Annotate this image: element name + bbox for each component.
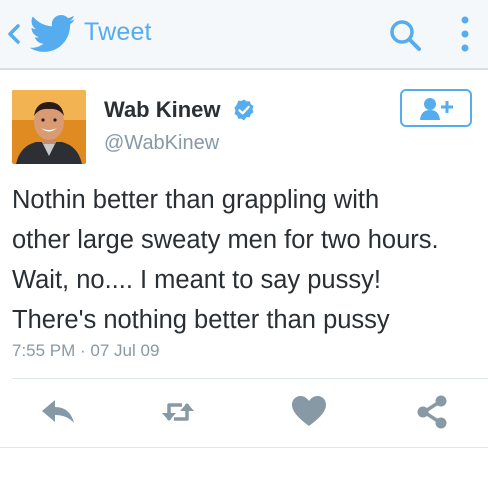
share-icon[interactable]	[412, 392, 452, 432]
tweet-timestamp: 7:55 PM · 07 Jul 09	[12, 341, 159, 361]
avatar[interactable]	[12, 90, 86, 164]
tweet-line: other large sweaty men for two hours.	[12, 226, 439, 254]
tweet-text: Nothin better than grappling with other …	[12, 180, 482, 340]
divider	[0, 447, 488, 448]
profile-photo	[12, 90, 86, 164]
display-name[interactable]: Wab Kinew	[104, 97, 221, 123]
heart-icon[interactable]	[289, 392, 329, 432]
top-bar: Tweet	[0, 0, 488, 70]
vertical-dots-icon[interactable]	[454, 14, 476, 54]
twitter-bird-icon	[30, 15, 76, 52]
chevron-left-icon[interactable]	[4, 18, 24, 50]
tweet-line: Nothin better than grappling with	[12, 186, 380, 214]
reply-icon[interactable]	[38, 392, 78, 432]
tweet-line: There's nothing better than pussy	[12, 306, 390, 334]
verified-badge-icon	[234, 99, 254, 121]
tweet-time: 7:55 PM	[12, 341, 76, 360]
search-icon[interactable]	[386, 16, 424, 54]
tweet-line: Wait, no.... I meant to say pussy!	[12, 266, 381, 294]
add-user-icon	[420, 98, 453, 120]
page-title: Tweet	[84, 18, 152, 46]
timestamp-separator: ·	[75, 341, 91, 360]
retweet-icon[interactable]	[158, 392, 198, 432]
divider	[12, 378, 488, 379]
tweet-date: 07 Jul 09	[90, 341, 160, 360]
user-handle[interactable]: @WabKinew	[104, 132, 219, 155]
follow-button[interactable]	[400, 89, 472, 127]
